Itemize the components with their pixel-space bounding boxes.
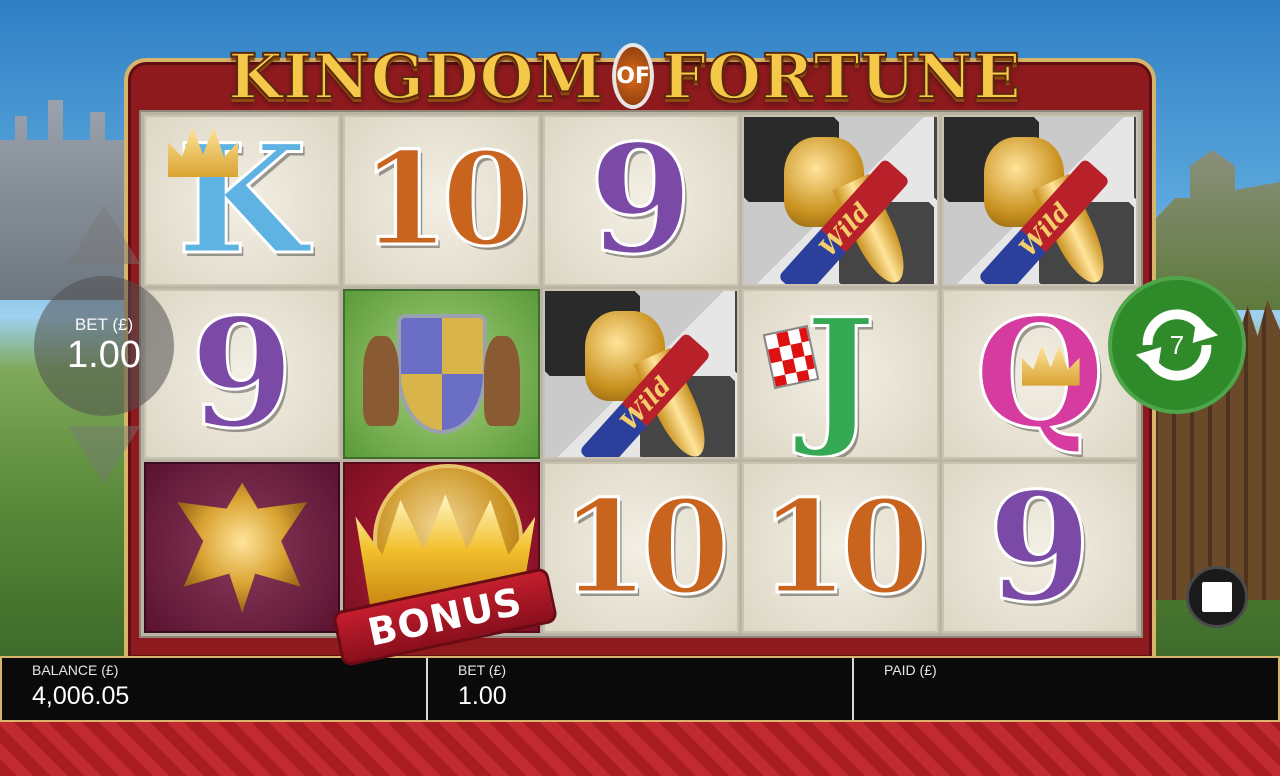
shield-icon <box>396 313 487 434</box>
symbol-number: 10 <box>758 472 931 623</box>
bet-decrease-button[interactable] <box>68 426 140 484</box>
reel-symbol-9: 9 <box>144 288 341 460</box>
bet-label: BET (£) <box>458 662 506 678</box>
paid-label: PAID (£) <box>884 662 937 678</box>
reel-symbol-wild: Wild <box>742 115 939 286</box>
symbol-number: 10 <box>359 125 532 276</box>
reel-symbol-10: 10 <box>742 462 939 633</box>
dragon-emblem-icon <box>177 482 308 613</box>
reel-symbol-9: 9 <box>941 462 1138 633</box>
reel-symbol-wild: Wild <box>941 115 1138 286</box>
stop-button[interactable] <box>1186 566 1248 628</box>
stag-icon <box>483 335 520 426</box>
reel-symbol-9: 9 <box>542 115 740 286</box>
symbol-number: 10 <box>558 472 731 623</box>
balance-value: 4,006.05 <box>32 682 130 710</box>
stag-icon <box>363 335 400 426</box>
symbol-number: 9 <box>986 462 1093 633</box>
reel-symbol-dragon <box>144 462 341 633</box>
reel-symbol-j: J <box>742 288 939 460</box>
logo-of-badge: OF <box>612 43 655 109</box>
bet-panel: BET (£) 1.00 <box>428 658 854 720</box>
logo-word-fortune: FORTUNE <box>661 39 1022 114</box>
reel-grid: K 10 9 Wild Wild 9 Wild J Q <box>139 110 1143 668</box>
bet-selector[interactable]: BET (£) 1.00 <box>34 276 174 416</box>
bet-selector-label: BET (£) <box>74 315 134 335</box>
reel-symbol-bonus: BONUS <box>331 462 559 668</box>
symbol-number: 9 <box>188 288 295 460</box>
balance-label: BALANCE (£) <box>32 662 119 678</box>
reel-symbol-10: 10 <box>343 115 540 286</box>
bet-increase-button[interactable] <box>68 206 140 264</box>
game-logo: KINGDOM OF FORTUNE <box>227 2 1022 116</box>
reel-symbol-q: Q <box>941 288 1138 460</box>
balance-panel: BALANCE (£) 4,006.05 <box>2 658 428 720</box>
bet-value: 1.00 <box>458 682 507 710</box>
logo-word-kingdom: KINGDOM <box>227 39 605 114</box>
reel-symbol-k: K <box>144 115 341 286</box>
stop-icon <box>1202 582 1232 612</box>
reel-symbol-crest <box>343 288 540 460</box>
reel-symbol-wild: Wild <box>542 288 740 460</box>
paid-panel: PAID (£) <box>854 658 1278 720</box>
reel-symbol-10: 10 <box>542 462 740 633</box>
info-bar: BALANCE (£) 4,006.05 BET (£) 1.00 PAID (… <box>0 656 1280 722</box>
symbol-number: 9 <box>587 115 694 286</box>
autoplay-spin-button[interactable]: 7 <box>1108 276 1246 414</box>
autoplay-count: 7 <box>1169 329 1185 360</box>
bet-selector-value: 1.00 <box>67 334 141 377</box>
decorative-footer-pattern <box>0 722 1280 776</box>
